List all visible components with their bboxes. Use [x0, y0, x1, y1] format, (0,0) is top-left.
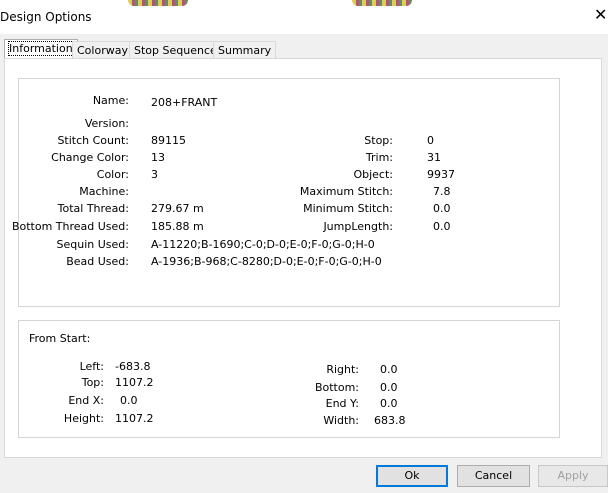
machine-label: Machine: [79, 185, 129, 198]
height-value: 1107.2 [115, 412, 154, 425]
stop-label: Stop: [364, 134, 393, 147]
total-thread-label: Total Thread: [57, 202, 129, 215]
minimum-stitch-value: 0.0 [433, 202, 451, 215]
bottom-label: Bottom: [314, 381, 359, 394]
object-value: 9937 [427, 168, 455, 181]
version-label: Version: [84, 117, 129, 130]
trim-value: 31 [427, 151, 441, 164]
bottom-value: 0.0 [380, 381, 398, 394]
jump-length-value: 0.0 [433, 220, 451, 233]
end-y-value: 0.0 [380, 397, 398, 410]
stitch-count-value: 89115 [151, 134, 186, 147]
right-value: 0.0 [380, 363, 398, 376]
tab-information[interactable]: Information [4, 39, 78, 59]
total-thread-value: 279.67 m [151, 202, 204, 215]
maximum-stitch-label: Maximum Stitch: [299, 185, 393, 198]
cancel-button[interactable]: Cancel [457, 465, 530, 487]
width-value: 683.8 [374, 414, 406, 427]
tab-summary[interactable]: Summary [213, 41, 277, 59]
jump-length-label: JumpLength: [323, 220, 393, 233]
stop-value: 0 [427, 134, 434, 147]
name-value: 208+FRANT [151, 96, 218, 109]
width-label: Width: [323, 414, 359, 427]
bottom-thread-used-label: Bottom Thread Used: [11, 220, 129, 233]
title-bar: Design Options ✕ [0, 0, 608, 34]
maximum-stitch-value: 7.8 [433, 185, 451, 198]
close-icon[interactable]: ✕ [594, 7, 607, 23]
design-info-group: Name: 208+FRANT Version: Stitch Count: 8… [12, 78, 560, 307]
color-label: Color: [96, 168, 129, 181]
tab-stop-sequence[interactable]: Stop Sequence [129, 41, 222, 59]
apply-button[interactable]: Apply [538, 465, 608, 487]
minimum-stitch-label: Minimum Stitch: [303, 202, 393, 215]
from-start-group: From Start: Left: -683.8 Top: 1107.2 End… [18, 320, 560, 438]
information-panel: Name: 208+FRANT Version: Stitch Count: 8… [4, 58, 602, 458]
sequin-used-label: Sequin Used: [56, 238, 129, 251]
left-label: Left: [79, 360, 104, 373]
background-design-fragment [128, 0, 188, 6]
change-color-value: 13 [151, 151, 165, 164]
color-value: 3 [151, 168, 158, 181]
window-title: Design Options [0, 10, 92, 24]
tab-colorway[interactable]: Colorway [72, 41, 133, 59]
trim-label: Trim: [365, 151, 393, 164]
from-start-heading: From Start: [29, 332, 91, 345]
name-label: Name: [92, 94, 129, 107]
end-y-label: End Y: [325, 397, 359, 410]
right-label: Right: [326, 363, 359, 376]
top-value: 1107.2 [115, 376, 154, 389]
tab-label: Information [8, 41, 74, 56]
stitch-count-label: Stitch Count: [57, 134, 129, 147]
sequin-used-value: A-11220;B-1690;C-0;D-0;E-0;F-0;G-0;H-0 [151, 238, 375, 251]
end-x-label: End X: [68, 394, 104, 407]
bottom-thread-used-value: 185.88 m [151, 220, 204, 233]
background-design-fragment [352, 0, 412, 6]
height-label: Height: [63, 412, 104, 425]
left-value: -683.8 [115, 360, 151, 373]
top-label: Top: [81, 376, 104, 389]
end-x-value: 0.0 [120, 394, 138, 407]
change-color-label: Change Color: [51, 151, 129, 164]
bead-used-label: Bead Used: [66, 255, 129, 268]
object-label: Object: [353, 168, 393, 181]
ok-button[interactable]: Ok [376, 465, 448, 487]
bead-used-value: A-1936;B-968;C-8280;D-0;E-0;F-0;G-0;H-0 [151, 255, 382, 268]
